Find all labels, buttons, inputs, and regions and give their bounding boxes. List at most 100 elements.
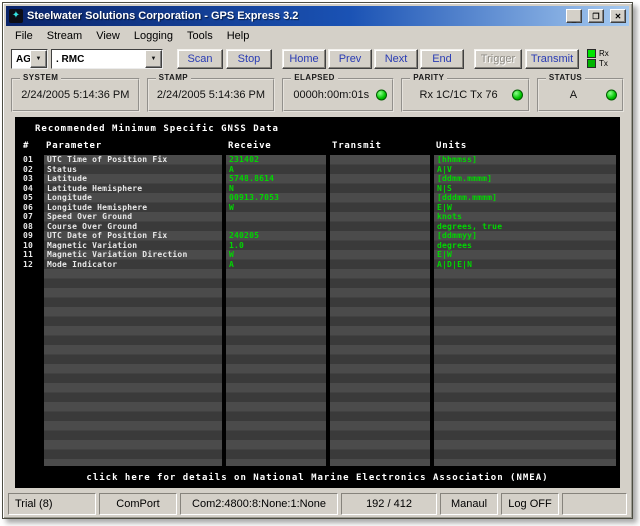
system-panel: SYSTEM 2/24/2005 5:14:36 PM — [11, 73, 140, 112]
trigger-button: Trigger — [474, 48, 522, 69]
menu-item-logging[interactable]: Logging — [127, 28, 180, 44]
cell-parameter: Latitude Hemisphere — [47, 183, 143, 193]
table-row: 05 Longitude 00913.7053 [dddmm.mmmm] — [15, 193, 620, 203]
cell-units: degrees, true — [437, 221, 503, 231]
cell-receive: A — [229, 164, 235, 174]
app-icon: ✦ — [9, 9, 23, 23]
cell-parameter: Course Over Ground — [47, 221, 138, 231]
elapsed-panel: ELAPSED 0000h:00m:01s — [282, 73, 395, 112]
cell-parameter: Longitude — [47, 193, 93, 202]
cell-receive: 1.0 — [229, 240, 245, 250]
cell-receive: 231402 — [229, 155, 260, 164]
cell-number: 05 — [23, 193, 34, 202]
cell-number: 04 — [23, 183, 34, 193]
minimize-button[interactable]: _ — [566, 9, 582, 24]
menu-item-help[interactable]: Help — [220, 28, 257, 44]
gnss-data-area: Recommended Minimum Specific GNSS Data #… — [15, 117, 620, 488]
cell-number: 11 — [23, 250, 34, 259]
scan-button[interactable]: Scan — [177, 48, 223, 69]
cell-number: 02 — [23, 164, 34, 174]
maximize-icon: ❐ — [592, 11, 600, 21]
status-panel: STATUS A — [536, 73, 624, 112]
cell-receive: A — [229, 259, 235, 269]
statusbar-filler — [562, 493, 627, 515]
statusbar-manual-mode: Manaul — [440, 493, 498, 515]
elapsed-led — [376, 89, 388, 101]
cell-number: 08 — [23, 221, 34, 231]
system-time: 2/24/2005 5:14:36 PM — [21, 89, 130, 101]
table-row: 02 Status A A|V — [15, 165, 620, 175]
cell-units: [dddmm.mmmm] — [437, 193, 498, 202]
menu-item-stream[interactable]: Stream — [40, 28, 89, 44]
rx-label: Rx — [599, 48, 609, 58]
table-rows: 01 UTC Time of Position Fix 231402 [hhmm… — [15, 155, 620, 269]
menu-item-file[interactable]: File — [8, 28, 40, 44]
channel-combo[interactable]: AG ▼ — [11, 48, 48, 69]
cell-number: 12 — [23, 259, 34, 269]
table-row: 12 Mode Indicator A A|D|E|N — [15, 260, 620, 270]
header-transmit: Transmit — [332, 141, 382, 151]
prev-button[interactable]: Prev — [328, 48, 372, 69]
menu-bar: File Stream View Logging Tools Help — [6, 26, 629, 45]
cell-units: A|D|E|N — [437, 259, 473, 269]
tx-label: Tx — [599, 58, 608, 68]
table-header: # Parameter Receive Transmit Units — [15, 141, 620, 153]
cell-receive: W — [229, 250, 235, 259]
menu-item-view[interactable]: View — [89, 28, 127, 44]
parity-value: Rx 1C/1C Tx 76 — [419, 89, 498, 101]
stop-button[interactable]: Stop — [226, 48, 272, 69]
minimize-icon: _ — [571, 14, 577, 24]
end-button[interactable]: End — [420, 48, 464, 69]
stamp-time: 2/24/2005 5:14:36 PM — [156, 89, 266, 101]
channel-combo-value: AG — [16, 53, 30, 65]
parity-led — [511, 89, 523, 101]
statusbar-log-state: Log OFF — [501, 493, 559, 515]
transmit-button[interactable]: Transmit — [525, 48, 579, 69]
cell-receive: W — [229, 202, 235, 212]
cell-parameter: UTC Date of Position Fix — [47, 231, 168, 240]
table-row: 11 Magnetic Variation Direction W E|W — [15, 250, 620, 260]
home-button[interactable]: Home — [282, 48, 326, 69]
next-button[interactable]: Next — [374, 48, 418, 69]
close-button[interactable]: ✕ — [610, 9, 626, 23]
tx-indicator — [587, 59, 596, 68]
cell-parameter: UTC Time of Position Fix — [47, 155, 168, 164]
channel-combo-dropdown[interactable]: ▼ — [30, 49, 47, 68]
sentence-combo[interactable]: . RMC ▼ — [51, 48, 163, 69]
table-row: 07 Speed Over Ground knots — [15, 212, 620, 222]
cell-units: E|W — [437, 250, 453, 259]
system-panel-label: SYSTEM — [20, 73, 62, 82]
cell-number: 07 — [23, 212, 34, 221]
cell-number: 10 — [23, 240, 34, 250]
close-icon: ✕ — [614, 11, 622, 21]
table-row: 10 Magnetic Variation 1.0 degrees — [15, 241, 620, 251]
maximize-button[interactable]: ❐ — [588, 9, 604, 23]
stamp-panel-label: STAMP — [155, 73, 192, 82]
window-title: Steelwater Solutions Corporation - GPS E… — [27, 10, 299, 22]
elapsed-value: 0000h:00m:01s — [293, 89, 370, 101]
cell-receive: 240205 — [229, 231, 260, 240]
cell-number: 01 — [23, 155, 34, 164]
stamp-panel: STAMP 2/24/2005 5:14:36 PM — [146, 73, 276, 112]
statusbar-counter: 192 / 412 — [341, 493, 437, 515]
chevron-down-icon: ▼ — [150, 55, 157, 62]
header-units: Units — [436, 141, 468, 151]
statusbar-com-settings: Com2:4800:8:None:1:None — [180, 493, 338, 515]
table-row: 03 Latitude 5748.8614 [ddmm.mmmm] — [15, 174, 620, 184]
status-panels: SYSTEM 2/24/2005 5:14:36 PM STAMP 2/24/2… — [6, 72, 629, 114]
table-row: 04 Latitude Hemisphere N N|S — [15, 184, 620, 194]
header-number: # — [23, 141, 30, 151]
header-parameter: Parameter — [46, 141, 102, 151]
nmea-details-link[interactable]: click here for details on National Marin… — [15, 473, 620, 483]
cell-parameter: Longitude Hemisphere — [47, 202, 148, 212]
parity-panel: PARITY Rx 1C/1C Tx 76 — [401, 73, 530, 112]
title-bar[interactable]: ✦ Steelwater Solutions Corporation - GPS… — [6, 6, 629, 26]
gnss-title: Recommended Minimum Specific GNSS Data — [35, 124, 279, 134]
menu-item-tools[interactable]: Tools — [180, 28, 220, 44]
cell-units: N|S — [437, 183, 453, 193]
cell-parameter: Status — [47, 164, 78, 174]
cell-number: 09 — [23, 231, 34, 240]
table-row: 01 UTC Time of Position Fix 231402 [hhmm… — [15, 155, 620, 165]
cell-units: knots — [437, 212, 463, 221]
sentence-combo-dropdown[interactable]: ▼ — [145, 49, 162, 68]
